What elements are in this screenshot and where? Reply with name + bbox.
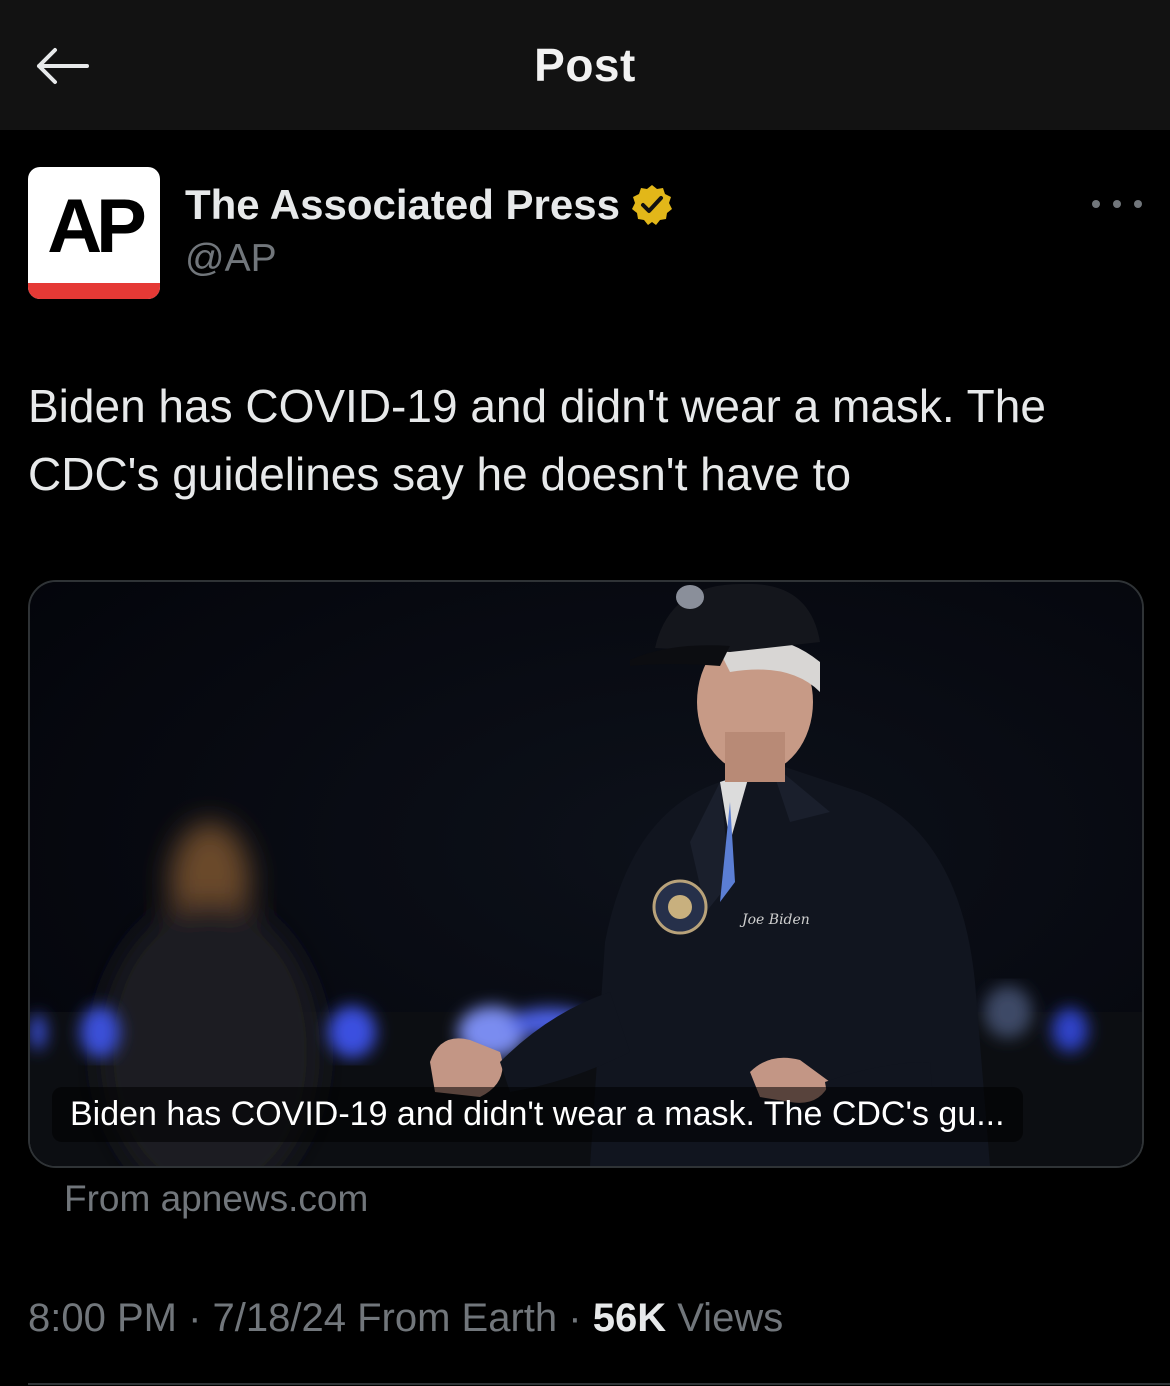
author-name-row: The Associated Press bbox=[185, 181, 674, 229]
more-dot-icon bbox=[1092, 200, 1100, 208]
divider bbox=[28, 1383, 1170, 1385]
back-button[interactable] bbox=[30, 38, 92, 94]
avatar[interactable]: AP bbox=[28, 167, 160, 299]
more-dot-icon bbox=[1134, 200, 1142, 208]
meta-separator: · bbox=[557, 1296, 593, 1340]
link-source[interactable]: From apnews.com bbox=[64, 1178, 368, 1220]
post-text: Biden has COVID-19 and didn't wear a mas… bbox=[28, 380, 1046, 500]
ap-logo-bar bbox=[28, 283, 160, 299]
author-handle[interactable]: @AP bbox=[185, 237, 277, 281]
ap-logo: AP bbox=[47, 184, 147, 269]
link-preview-card[interactable]: Joe Biden Biden has COVID-19 and didn't … bbox=[28, 580, 1144, 1168]
post-date[interactable]: 7/18/24 bbox=[213, 1296, 346, 1340]
top-bar: Post bbox=[0, 0, 1170, 130]
back-arrow-icon bbox=[37, 48, 89, 84]
link-card-caption: Biden has COVID-19 and didn't wear a mas… bbox=[52, 1087, 1023, 1142]
views-count[interactable]: 56K bbox=[593, 1296, 666, 1340]
jacket-signature: Joe Biden bbox=[739, 912, 810, 928]
post-time[interactable]: 8:00 PM bbox=[28, 1296, 177, 1340]
author-name[interactable]: The Associated Press bbox=[185, 181, 620, 229]
post-meta: 8:00 PM · 7/18/24 From Earth · 56K Views bbox=[28, 1296, 783, 1341]
verified-badge-icon[interactable] bbox=[630, 183, 674, 227]
more-dot-icon bbox=[1113, 200, 1121, 208]
article-photo: Joe Biden bbox=[30, 582, 1142, 1166]
meta-separator: · bbox=[176, 1296, 213, 1340]
views-label[interactable]: Views bbox=[677, 1296, 783, 1340]
page-title: Post bbox=[534, 39, 636, 91]
more-options-button[interactable] bbox=[1092, 189, 1142, 219]
post-location: From Earth bbox=[357, 1296, 558, 1340]
post-author-header: AP The Associated Press @AP bbox=[28, 167, 1142, 302]
